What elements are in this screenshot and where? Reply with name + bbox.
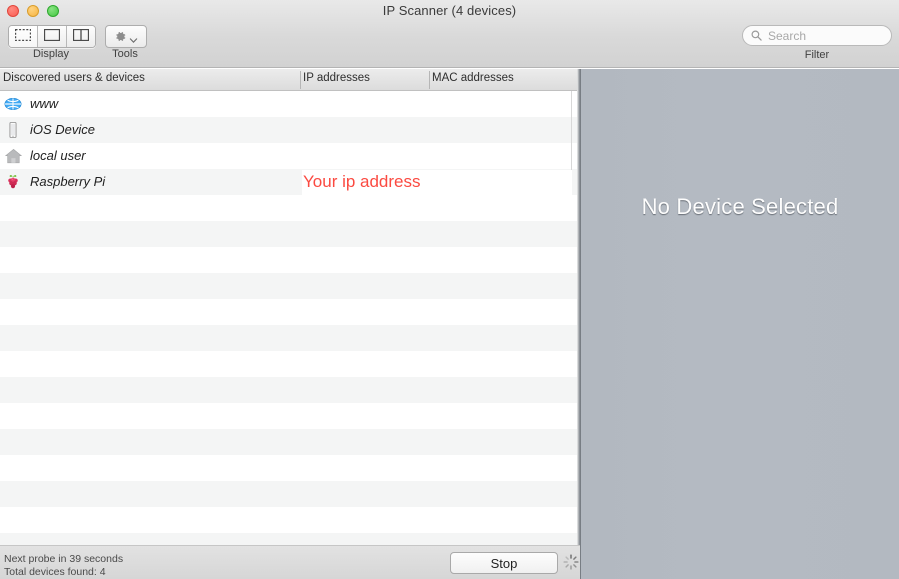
device-name: local user bbox=[30, 148, 86, 163]
rectangle-icon bbox=[43, 28, 61, 46]
split-rectangle-icon bbox=[72, 28, 90, 46]
window-title: IP Scanner (4 devices) bbox=[382, 3, 517, 18]
table-empty-row[interactable] bbox=[0, 533, 580, 545]
display-group-label: Display bbox=[32, 48, 70, 60]
display-mode-single-pane-button[interactable] bbox=[38, 26, 67, 47]
device-name: www bbox=[30, 96, 59, 111]
probe-status-text: Next probe in 39 seconds bbox=[4, 553, 124, 565]
table-empty-row[interactable] bbox=[0, 507, 580, 533]
tools-menu-button[interactable] bbox=[105, 25, 147, 48]
filter-search-box[interactable] bbox=[742, 25, 892, 46]
dashed-rectangle-icon bbox=[14, 28, 32, 46]
device-table[interactable]: www iOS Device local user Raspberry Pi bbox=[0, 91, 580, 545]
table-row[interactable]: www bbox=[0, 91, 580, 117]
total-devices-text: Total devices found: 4 bbox=[4, 566, 106, 578]
tools-group-label: Tools bbox=[112, 48, 138, 60]
raspberry-pi-icon bbox=[3, 172, 23, 192]
column-divider-2[interactable] bbox=[429, 71, 430, 89]
filter-group-label: Filter bbox=[804, 49, 830, 61]
table-row[interactable]: iOS Device bbox=[0, 117, 580, 143]
table-column-headers: Discovered users & devices IP addresses … bbox=[0, 69, 580, 91]
display-mode-segmented-control[interactable] bbox=[8, 25, 96, 48]
window-titlebar: IP Scanner (4 devices) Display Tools Sea… bbox=[0, 0, 899, 68]
device-name: Raspberry Pi bbox=[30, 174, 106, 189]
device-detail-panel: No Device Selected bbox=[581, 69, 899, 579]
table-empty-row[interactable] bbox=[0, 195, 580, 221]
table-empty-row[interactable] bbox=[0, 429, 580, 455]
activity-spinner-icon bbox=[562, 553, 580, 571]
gear-icon bbox=[114, 30, 127, 43]
table-empty-row[interactable] bbox=[0, 403, 580, 429]
chevron-down-icon bbox=[129, 32, 138, 43]
search-input[interactable] bbox=[768, 28, 878, 43]
column-header-mac[interactable]: MAC addresses bbox=[432, 72, 514, 84]
no-device-selected-message: No Device Selected bbox=[641, 194, 839, 219]
device-name: iOS Device bbox=[30, 122, 96, 137]
column-header-ip[interactable]: IP addresses bbox=[303, 72, 370, 84]
ios-device-icon bbox=[3, 120, 23, 140]
table-row[interactable]: local user bbox=[0, 143, 580, 169]
table-empty-row[interactable] bbox=[0, 481, 580, 507]
table-empty-row[interactable] bbox=[0, 299, 580, 325]
display-mode-split-pane-button[interactable] bbox=[67, 26, 95, 47]
ip-address-annotation: Your ip address bbox=[303, 172, 421, 191]
column-divider-1[interactable] bbox=[300, 71, 301, 89]
table-empty-row[interactable] bbox=[0, 351, 580, 377]
home-icon bbox=[3, 146, 23, 166]
search-icon bbox=[751, 30, 762, 41]
column-header-devices[interactable]: Discovered users & devices bbox=[3, 72, 145, 84]
table-empty-row[interactable] bbox=[0, 455, 580, 481]
panel-split-handle[interactable] bbox=[577, 69, 581, 579]
stop-button[interactable]: Stop bbox=[450, 552, 558, 574]
table-empty-row[interactable] bbox=[0, 377, 580, 403]
table-empty-row[interactable] bbox=[0, 273, 580, 299]
ip-scanner-window: IP Scanner (4 devices) Display Tools Sea… bbox=[0, 0, 899, 579]
table-empty-row[interactable] bbox=[0, 221, 580, 247]
globe-network-icon bbox=[3, 94, 23, 114]
display-mode-selection-button[interactable] bbox=[9, 26, 38, 47]
table-empty-row[interactable] bbox=[0, 325, 580, 351]
table-empty-row[interactable] bbox=[0, 247, 580, 273]
